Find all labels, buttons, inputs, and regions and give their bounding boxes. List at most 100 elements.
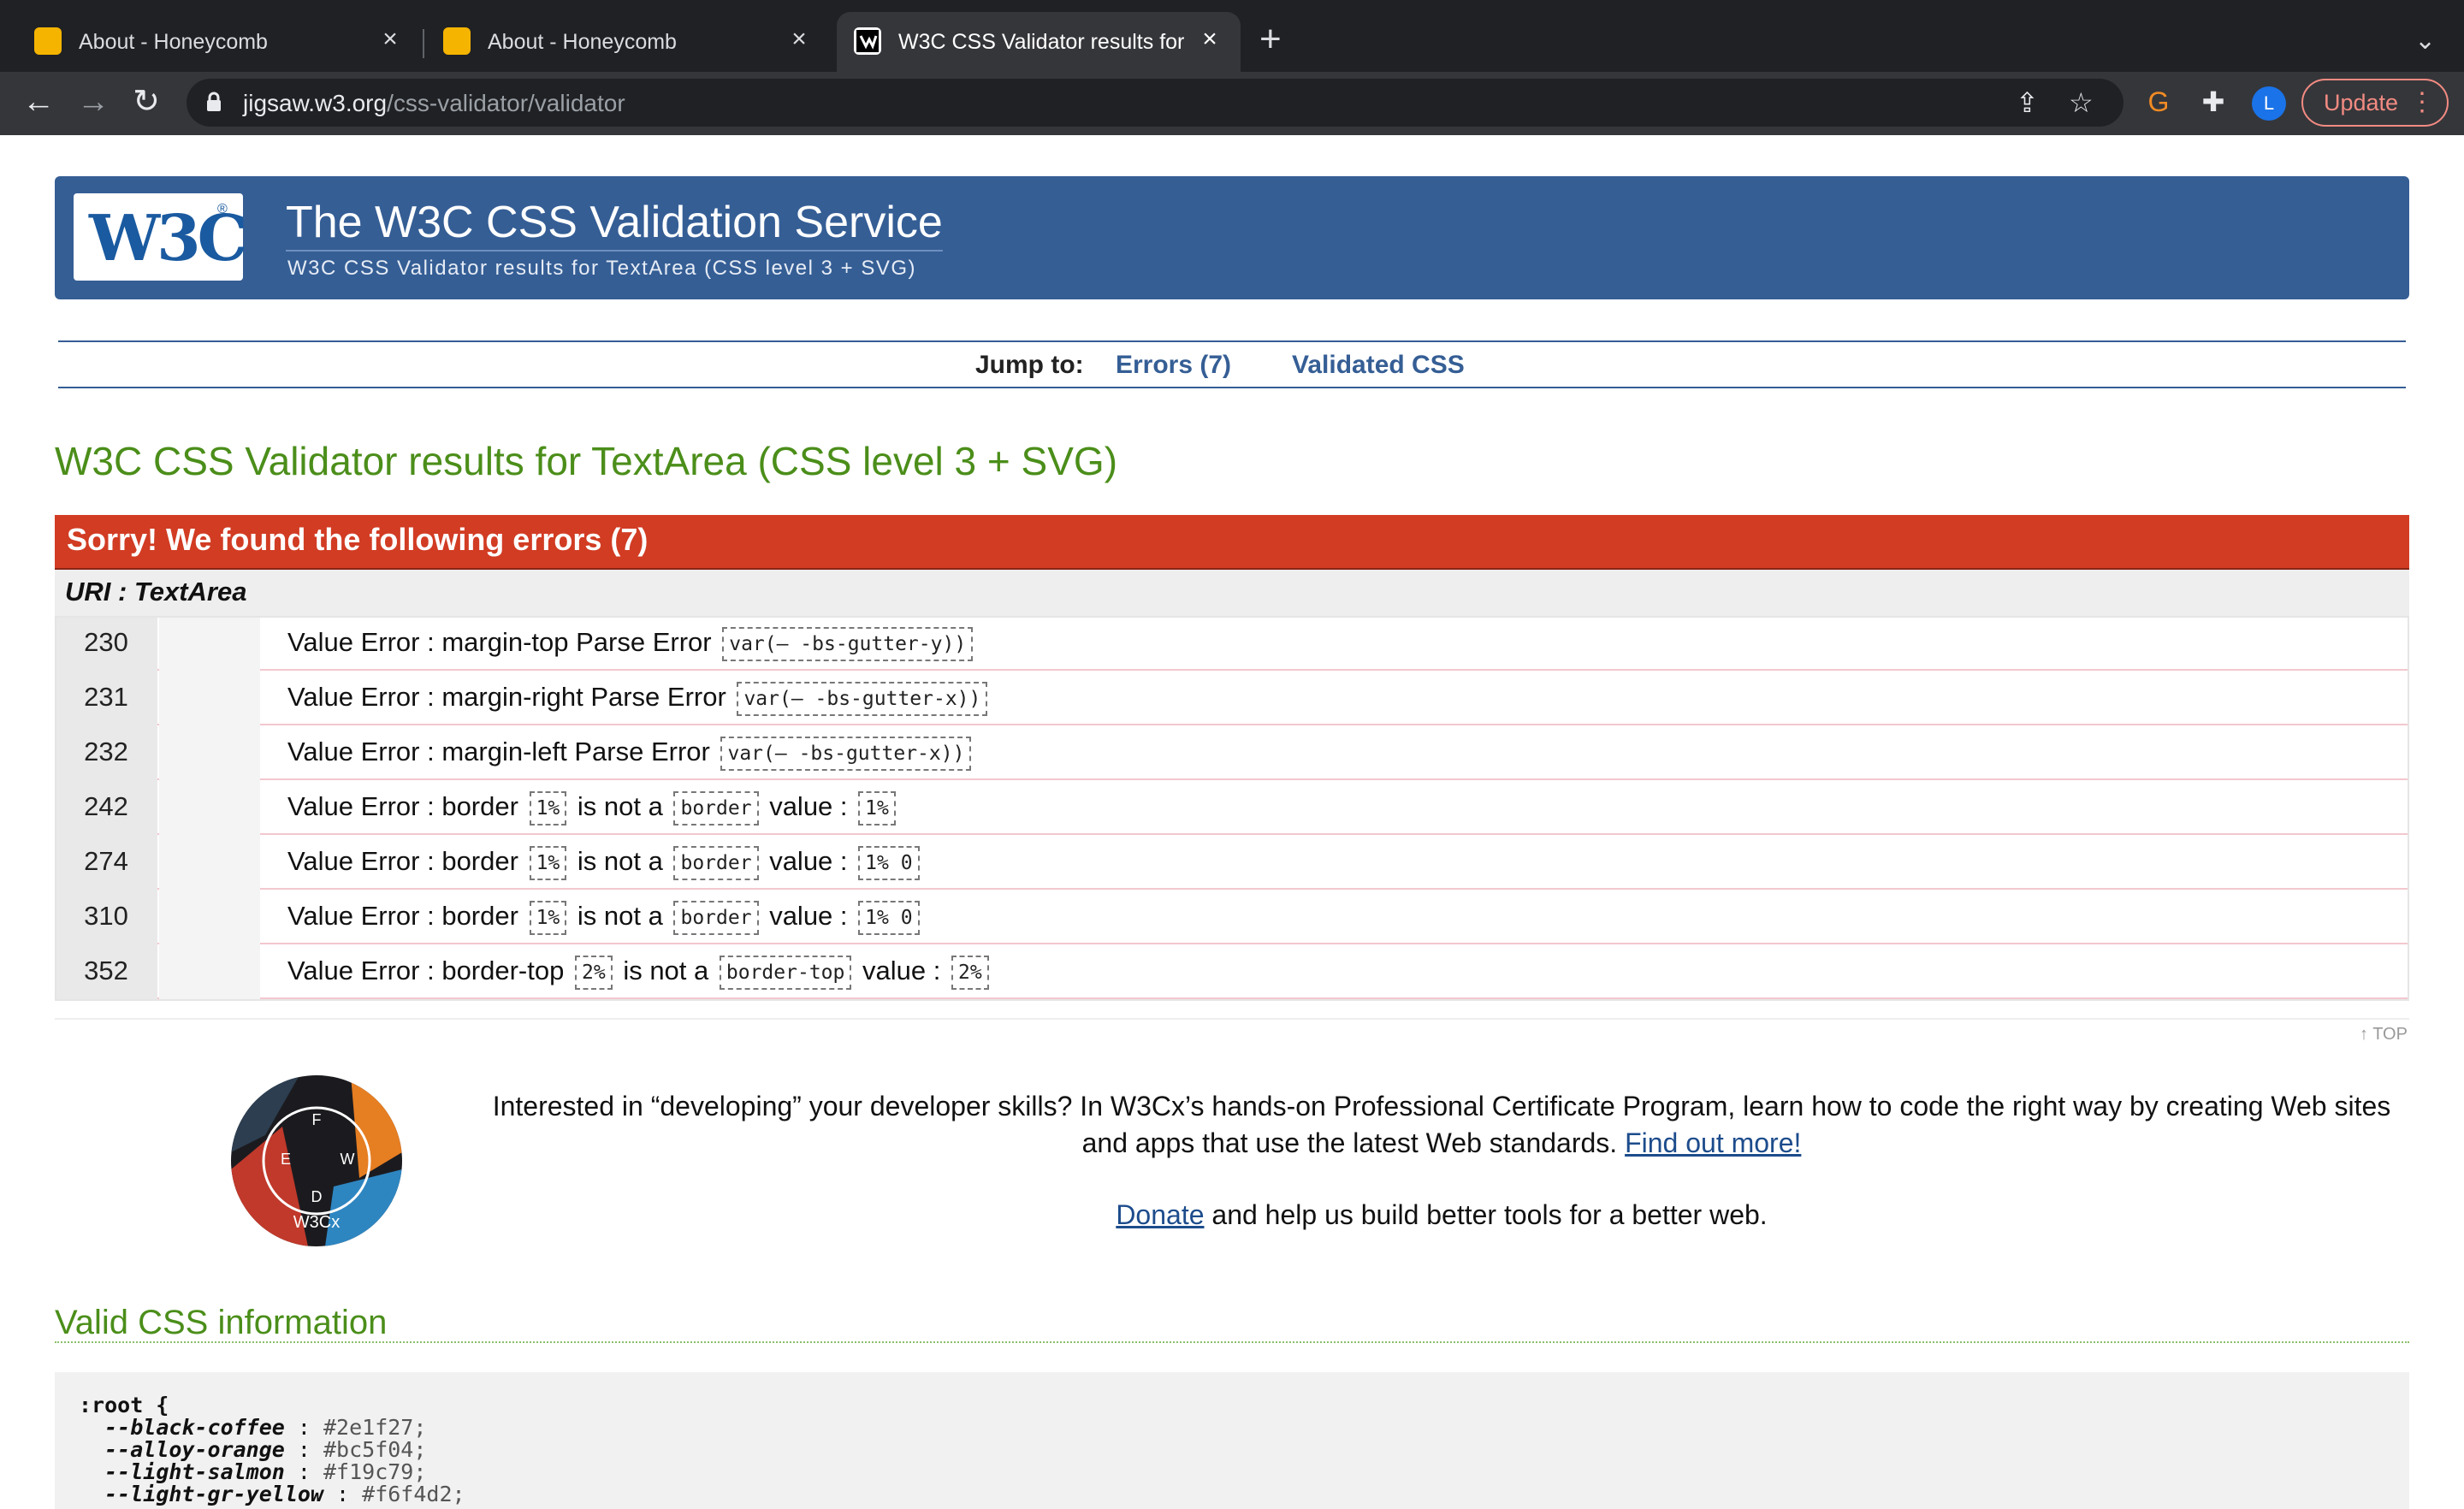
error-property: border bbox=[673, 900, 759, 935]
error-line-number: 352 bbox=[55, 944, 157, 999]
error-text: is not a bbox=[577, 791, 663, 821]
jump-errors-link[interactable]: Errors (7) bbox=[1116, 351, 1231, 380]
error-row: 352 Value Error : border-top 2% is not a… bbox=[55, 944, 2409, 999]
bookmark-star-icon[interactable]: ☆ bbox=[2069, 87, 2094, 118]
reload-icon[interactable]: ↻ bbox=[125, 80, 168, 123]
validated-css-block: :root { --black-coffee : #2e1f27; --allo… bbox=[55, 1372, 2409, 1509]
error-text: Value Error : border bbox=[287, 846, 518, 876]
tab-search-chevron-icon[interactable]: ⌄ bbox=[2414, 26, 2436, 56]
new-tab-button[interactable]: + bbox=[1259, 21, 1282, 58]
validator-banner: W3C ® The W3C CSS Validation Service W3C… bbox=[55, 176, 2409, 299]
error-code: 1% bbox=[529, 900, 567, 935]
svg-text:W: W bbox=[341, 1151, 355, 1168]
url-text[interactable]: jigsaw.w3.org/css-validator/validator bbox=[243, 90, 625, 117]
error-context-cell bbox=[159, 780, 260, 835]
error-message: Value Error : border 1% is not a border … bbox=[287, 780, 899, 835]
valid-css-heading: Valid CSS information bbox=[55, 1304, 388, 1341]
forward-arrow-icon[interactable]: → bbox=[72, 80, 115, 123]
css-declaration: --light-salmon : #f19c79; bbox=[104, 1459, 427, 1484]
promo-body: Interested in “developing” your develope… bbox=[492, 1091, 2391, 1158]
error-code: var(– -bs-gutter-x)) bbox=[737, 681, 988, 716]
profile-avatar[interactable]: L bbox=[2252, 86, 2286, 121]
css-declaration: --light-gr-yellow : #f6f4d2; bbox=[104, 1482, 465, 1506]
css-value: #f19c79; bbox=[323, 1459, 427, 1484]
tab-strip: About - Honeycomb × About - Honeycomb × … bbox=[0, 0, 2464, 72]
service-subtitle: W3C CSS Validator results for TextArea (… bbox=[287, 257, 917, 280]
error-row: 274 Value Error : border 1% is not a bor… bbox=[55, 835, 2409, 890]
donate-text: and help us build better tools for a bet… bbox=[1211, 1199, 1768, 1230]
extension-g-icon[interactable]: G bbox=[2137, 80, 2180, 123]
update-button[interactable]: Update ⋮ bbox=[2301, 79, 2449, 127]
section-divider bbox=[55, 1018, 2409, 1020]
error-message: Value Error : margin-top Parse Error var… bbox=[287, 616, 976, 671]
error-text: value : bbox=[769, 791, 848, 821]
error-value: 1% 0 bbox=[858, 845, 920, 880]
error-line-number: 232 bbox=[55, 725, 157, 780]
jump-label: Jump to: bbox=[975, 351, 1084, 379]
error-line-number: 242 bbox=[55, 780, 157, 835]
error-text: is not a bbox=[623, 956, 709, 985]
error-line-number: 310 bbox=[55, 890, 157, 944]
tab-about-honeycomb-1[interactable]: About - Honeycomb × bbox=[17, 12, 411, 72]
jump-validated-css-link[interactable]: Validated CSS bbox=[1292, 351, 1465, 380]
close-tab-icon[interactable]: × bbox=[375, 24, 406, 55]
close-tab-icon[interactable]: × bbox=[784, 24, 814, 55]
tab-w3c-validator[interactable]: W3C CSS Validator results for TextArea × bbox=[837, 12, 1241, 72]
css-value: #bc5f04; bbox=[323, 1437, 427, 1462]
error-message: Value Error : border 1% is not a border … bbox=[287, 890, 923, 944]
url-path: /css-validator/validator bbox=[387, 90, 625, 116]
w3c-logo[interactable]: W3C ® bbox=[74, 193, 247, 281]
error-code: 1% bbox=[529, 845, 567, 880]
css-declaration: --black-coffee : #2e1f27; bbox=[104, 1415, 427, 1440]
promo-text: Interested in “developing” your develope… bbox=[479, 1088, 2404, 1162]
donate-line: Donate and help us build better tools fo… bbox=[479, 1199, 2404, 1231]
service-title[interactable]: The W3C CSS Validation Service bbox=[286, 197, 943, 252]
valid-css-underline bbox=[55, 1341, 2409, 1343]
share-icon[interactable]: ⇪ bbox=[2016, 87, 2039, 118]
back-arrow-icon[interactable]: ← bbox=[17, 80, 60, 123]
w3c-favicon-icon bbox=[854, 27, 881, 55]
donate-link[interactable]: Donate bbox=[1116, 1199, 1204, 1230]
address-bar[interactable]: jigsaw.w3.org/css-validator/validator ⇪ … bbox=[187, 79, 2123, 127]
tab-about-honeycomb-2[interactable]: About - Honeycomb × bbox=[426, 12, 821, 72]
error-text: is not a bbox=[577, 846, 663, 876]
extensions-puzzle-icon[interactable]: ✚ bbox=[2192, 80, 2235, 123]
svg-text:D: D bbox=[311, 1188, 323, 1205]
close-tab-icon[interactable]: × bbox=[1194, 24, 1225, 55]
css-selector: :root { bbox=[79, 1393, 169, 1417]
w3cx-badge[interactable]: F E W D W3Cx bbox=[231, 1075, 402, 1246]
tab-title: About - Honeycomb bbox=[79, 30, 268, 54]
badge-label: W3Cx bbox=[293, 1213, 340, 1232]
registered-mark-icon: ® bbox=[217, 202, 228, 216]
error-row: 230 Value Error : margin-top Parse Error… bbox=[55, 616, 2409, 671]
css-declaration: --alloy-orange : #bc5f04; bbox=[104, 1437, 427, 1462]
error-text: value : bbox=[862, 956, 941, 985]
uri-label: URI : TextArea bbox=[65, 577, 247, 607]
lock-icon[interactable] bbox=[205, 92, 222, 112]
error-context-cell bbox=[159, 890, 260, 944]
error-line-number: 230 bbox=[55, 616, 157, 671]
error-text: Value Error : margin-right Parse Error bbox=[287, 682, 726, 712]
error-value: 1% 0 bbox=[858, 900, 920, 935]
back-to-top-link[interactable]: ↑ TOP bbox=[2360, 1025, 2408, 1044]
error-message: Value Error : margin-left Parse Error va… bbox=[287, 725, 974, 780]
error-text: value : bbox=[769, 901, 848, 931]
error-row: 231 Value Error : margin-right Parse Err… bbox=[55, 671, 2409, 725]
errors-heading-text: Sorry! We found the following errors (7) bbox=[67, 522, 649, 557]
error-text: is not a bbox=[577, 901, 663, 931]
find-out-more-link[interactable]: Find out more! bbox=[1625, 1127, 1801, 1158]
error-context-cell bbox=[159, 835, 260, 890]
jump-nav: Jump to: Errors (7) Validated CSS bbox=[58, 340, 2406, 388]
uri-row: URI : TextArea bbox=[55, 570, 2409, 616]
error-code: 1% bbox=[529, 790, 567, 826]
css-value: #2e1f27; bbox=[323, 1415, 427, 1440]
tab-separator bbox=[423, 29, 424, 58]
css-property: --alloy-orange bbox=[104, 1437, 285, 1462]
errors-table: 230 Value Error : margin-top Parse Error… bbox=[55, 616, 2409, 999]
update-label: Update bbox=[2324, 90, 2399, 115]
honeycomb-favicon-icon bbox=[34, 27, 62, 55]
menu-kebab-icon[interactable]: ⋮ bbox=[2409, 80, 2435, 125]
url-host: jigsaw.w3.org bbox=[243, 90, 388, 116]
error-text: Value Error : border bbox=[287, 901, 518, 931]
css-property: --light-gr-yellow bbox=[104, 1482, 323, 1506]
